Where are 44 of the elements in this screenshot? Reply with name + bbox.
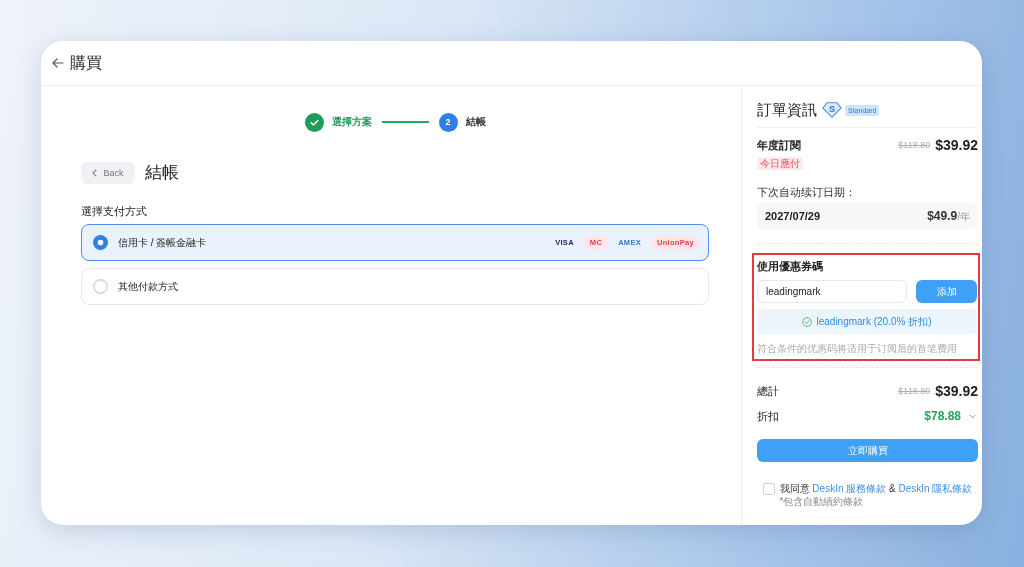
original-price: $118.80 bbox=[898, 386, 931, 396]
plan-name: 年度訂閱 bbox=[757, 137, 801, 153]
back-button[interactable]: Back bbox=[81, 161, 135, 184]
renewal-date: 2027/07/29 bbox=[765, 210, 821, 222]
payment-method-label: 選擇支付方式 bbox=[81, 204, 148, 218]
plan-price: $39.92 bbox=[935, 137, 978, 153]
payment-option[interactable]: 其他付款方式 bbox=[81, 268, 709, 305]
diamond-icon: S bbox=[822, 102, 842, 118]
price-unit: /年 bbox=[957, 209, 970, 224]
page-title: 購買 bbox=[70, 52, 102, 73]
chevron-down-icon[interactable] bbox=[969, 413, 976, 419]
step-label: 結帳 bbox=[465, 115, 486, 129]
radio-button[interactable] bbox=[93, 235, 108, 250]
coupon-input[interactable]: leadingmark bbox=[757, 280, 907, 303]
renewal-price: $49.9 bbox=[927, 208, 958, 223]
checkout-title: 結帳 bbox=[145, 162, 179, 184]
payment-option-label: 其他付款方式 bbox=[118, 279, 179, 294]
original-price: $118.80 bbox=[898, 140, 931, 150]
back-label: Back bbox=[103, 167, 124, 178]
chevron-left-icon bbox=[92, 168, 98, 177]
due-today-tag: 今日應付 bbox=[757, 157, 803, 170]
order-title: 訂單資訊 bbox=[757, 100, 817, 120]
check-circle-icon bbox=[802, 316, 813, 327]
coupon-note: 符合条件的优惠码将适用于订阅后的首笔费用 bbox=[757, 342, 958, 355]
coupon-title: 使用優惠券碼 bbox=[757, 259, 824, 273]
agreement-text: 我同意 DeskIn 服務條款 & DeskIn 隱私條款 bbox=[779, 482, 973, 495]
add-coupon-button[interactable]: 添加 bbox=[916, 280, 977, 303]
summary-label: 折扣 bbox=[757, 408, 779, 424]
step-number: 2 bbox=[438, 112, 458, 132]
discount-amount: $78.88 bbox=[924, 409, 961, 423]
renewal-date-label: 下次自动续订日期： bbox=[757, 185, 857, 199]
auto-renew-note: *包含自動續約條款 bbox=[779, 495, 865, 508]
agreement-checkbox[interactable] bbox=[762, 483, 775, 495]
buy-now-button[interactable]: 立即購買 bbox=[757, 439, 978, 462]
radio-button[interactable] bbox=[93, 279, 108, 294]
step-label: 選擇方案 bbox=[331, 115, 372, 129]
terms-link[interactable]: DeskIn 服務條款 bbox=[812, 483, 887, 494]
payment-option-label: 信用卡 / 簽帳金融卡 bbox=[118, 235, 208, 250]
terms-link[interactable]: DeskIn 隱私條款 bbox=[898, 483, 973, 494]
back-arrow-icon[interactable] bbox=[52, 58, 64, 68]
step-connector bbox=[381, 121, 429, 123]
coupon-applied-text: leadingmark (20.0% 折扣) bbox=[816, 314, 932, 329]
summary-label: 總計 bbox=[757, 383, 779, 399]
total-amount: $39.92 bbox=[935, 383, 978, 399]
